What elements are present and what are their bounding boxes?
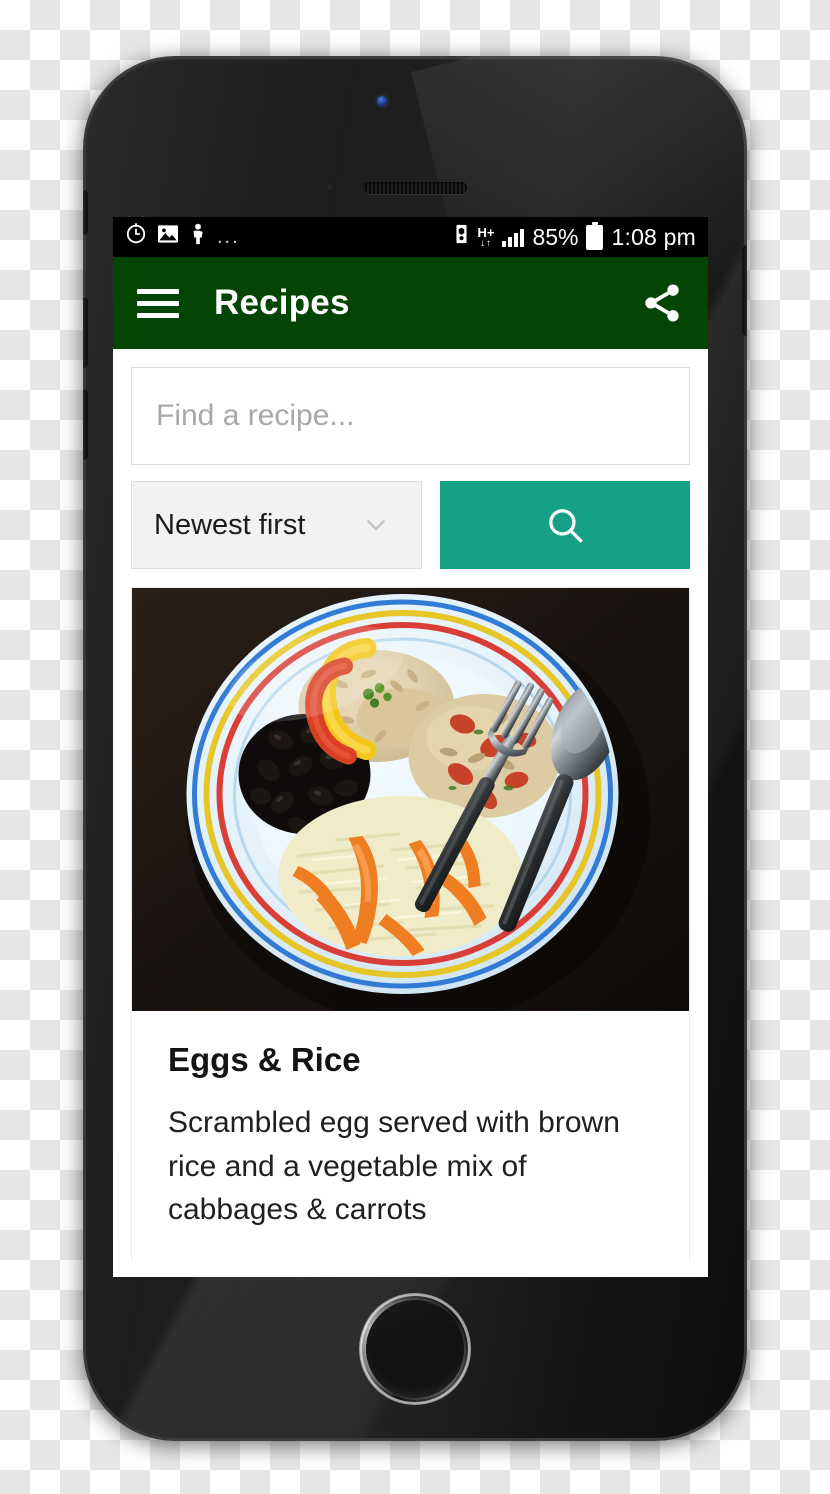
- phone-screen: ... H+ ↓↑ 85% 1:08 pm Recipes Find a rec…: [113, 217, 708, 1277]
- sort-order-dropdown[interactable]: Newest first: [131, 481, 422, 569]
- network-arrows-label: ↓↑: [479, 237, 492, 249]
- earpiece-speaker: [363, 182, 467, 194]
- search-input[interactable]: [131, 367, 690, 465]
- signal-icon: [502, 227, 525, 247]
- home-button[interactable]: [359, 1293, 471, 1405]
- image-icon: [157, 224, 179, 250]
- recipe-card[interactable]: Eggs & Rice Scrambled egg served with br…: [131, 587, 690, 1262]
- filter-row: Newest first: [131, 481, 690, 569]
- sort-order-value: Newest first: [154, 508, 306, 541]
- alarm-icon: [125, 223, 147, 251]
- recipe-description: Scrambled egg served with brown rice and…: [168, 1106, 620, 1226]
- hplus-network-icon: H+ ↓↑: [477, 226, 494, 249]
- network-type-label: H+: [477, 224, 495, 240]
- search-submit-button[interactable]: [440, 481, 690, 569]
- battery-percent-label: 85%: [532, 223, 579, 250]
- share-icon[interactable]: [640, 281, 684, 325]
- recipe-title: Eggs & Rice: [168, 1041, 361, 1078]
- power-button[interactable]: [742, 244, 747, 336]
- status-bar-right-icons: H+ ↓↑ 85% 1:08 pm: [454, 221, 696, 251]
- volume-up-button[interactable]: [83, 296, 88, 368]
- status-time-label: 1:08 pm: [611, 223, 696, 250]
- status-bar-left-icons: ...: [125, 223, 454, 251]
- chevron-down-icon: [363, 512, 389, 538]
- main-content: Newest first: [113, 349, 708, 1262]
- battery-saver-icon: [454, 223, 469, 251]
- phone-device: ... H+ ↓↑ 85% 1:08 pm Recipes Find a rec…: [83, 56, 747, 1441]
- hamburger-menu-icon[interactable]: [137, 282, 179, 325]
- recipe-card-body: Eggs & Rice Scrambled egg served with br…: [132, 1011, 689, 1262]
- home-button-ring: [360, 1294, 470, 1404]
- volume-down-button[interactable]: [83, 388, 88, 460]
- battery-icon: [586, 221, 604, 250]
- status-bar: ... H+ ↓↑ 85% 1:08 pm: [113, 217, 708, 257]
- app-bar: Recipes: [113, 257, 708, 349]
- search-icon: [549, 509, 583, 543]
- proximity-sensor: [327, 184, 333, 190]
- status-overflow-dots: ...: [217, 225, 240, 248]
- person-icon: [189, 223, 207, 251]
- page-title: Recipes: [214, 283, 350, 322]
- silent-switch-button[interactable]: [83, 189, 88, 235]
- recipe-photo: [132, 588, 689, 1011]
- front-camera-icon: [377, 96, 387, 106]
